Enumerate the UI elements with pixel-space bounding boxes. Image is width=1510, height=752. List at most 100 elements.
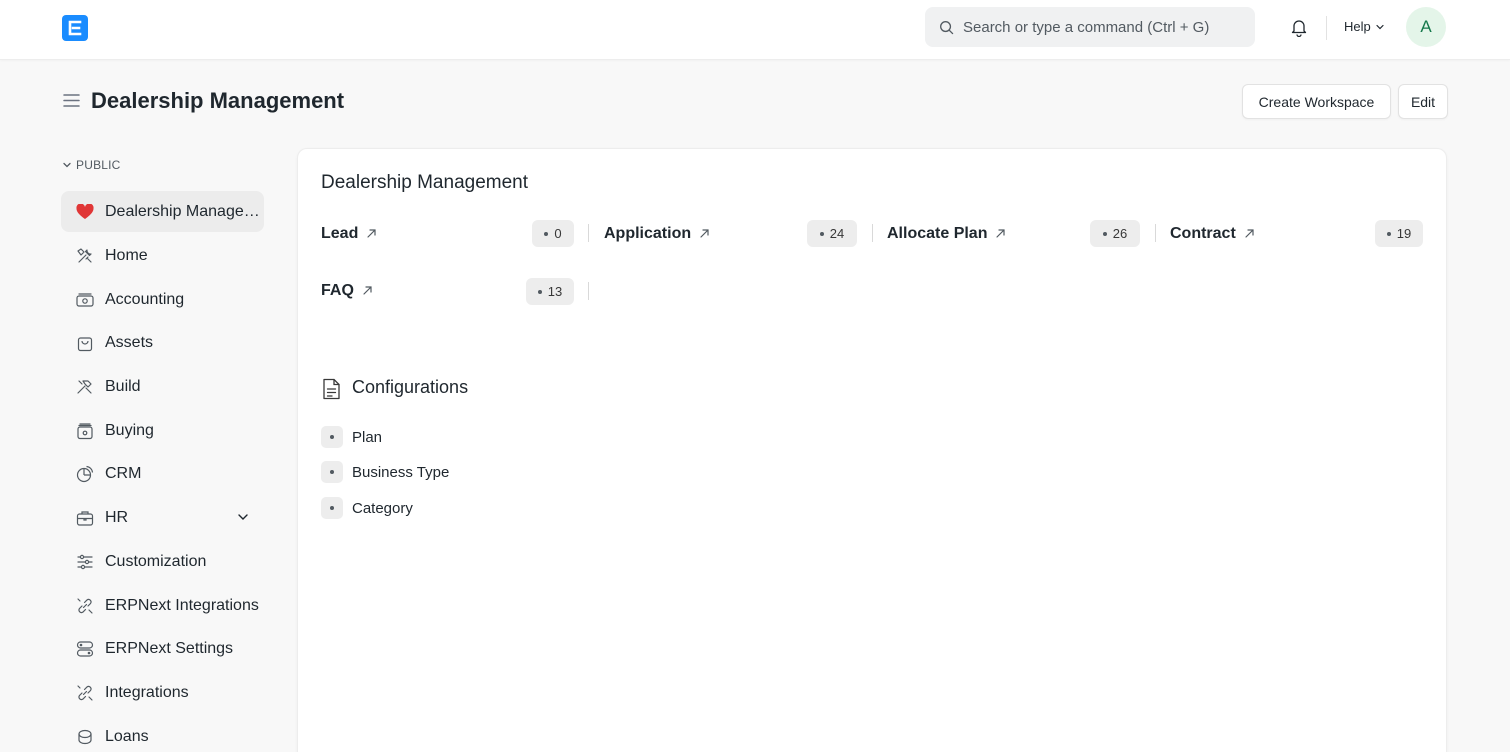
search-bar[interactable] — [925, 7, 1255, 47]
wallet-icon — [75, 421, 95, 441]
external-arrow-icon — [363, 286, 372, 295]
search-input[interactable] — [963, 7, 1248, 47]
heart-icon — [75, 202, 95, 222]
chevron-down-icon — [63, 162, 71, 168]
count-value: 24 — [829, 226, 845, 241]
sidebar-item-label: Assets — [105, 333, 154, 351]
shortcut-divider — [872, 224, 873, 242]
money-icon — [75, 290, 95, 310]
hammer-icon — [75, 377, 95, 397]
sidebar-item-label: Home — [105, 246, 148, 264]
sidebar-item-build[interactable]: Build — [61, 366, 264, 407]
dot-icon — [1386, 231, 1391, 236]
workspace-heading: Dealership Management — [321, 172, 529, 193]
external-arrow-icon — [367, 229, 376, 238]
bullet-icon — [321, 497, 343, 519]
sidebar-item-label: Loans — [105, 727, 149, 745]
sidebar-item-label: Customization — [105, 552, 207, 570]
settings-icon — [75, 639, 95, 659]
dot-icon — [819, 231, 824, 236]
page-title: Dealership Management — [91, 88, 345, 113]
shortcut-application[interactable]: Application — [604, 220, 710, 247]
briefcase-icon — [75, 508, 95, 528]
shortcut-count-badge: 13 — [526, 278, 574, 305]
app-logo[interactable] — [62, 15, 88, 41]
edit-button[interactable]: Edit — [1398, 84, 1448, 119]
shortcut-divider — [588, 282, 589, 300]
sidebar-item-hr[interactable]: HR — [61, 497, 264, 538]
sidebar-item-home[interactable]: Home — [61, 235, 264, 276]
sidebar-item-crm[interactable]: CRM — [61, 453, 264, 494]
chevron-down-icon[interactable] — [236, 510, 250, 524]
sidebar-section-public[interactable]: PUBLIC — [62, 158, 121, 172]
sidebar-item-integrations[interactable]: Integrations — [61, 672, 264, 713]
config-link-label: Category — [352, 499, 413, 517]
shortcut-faq[interactable]: FAQ — [321, 277, 373, 304]
sidebar-item-accounting[interactable]: Accounting — [61, 279, 264, 320]
count-value: 26 — [1112, 226, 1128, 241]
sidebar-item-erpnext-integrations[interactable]: ERPNext Integrations — [61, 585, 264, 626]
logo-e-icon — [68, 20, 82, 36]
pie-icon — [75, 464, 95, 484]
config-link-plan[interactable]: Plan — [321, 426, 382, 448]
chevron-down-icon — [1376, 24, 1384, 29]
create-workspace-button[interactable]: Create Workspace — [1242, 84, 1391, 119]
sidebar-item-label: ERPNext Integrations — [105, 596, 259, 614]
shortcut-contract[interactable]: Contract — [1170, 220, 1255, 247]
shortcut-label: Application — [604, 224, 692, 242]
notification-bell-icon[interactable] — [1289, 17, 1309, 37]
shortcut-allocate-plan[interactable]: Allocate Plan — [887, 220, 1006, 247]
shortcut-label: Lead — [321, 224, 359, 242]
sidebar-item-buying[interactable]: Buying — [61, 410, 264, 451]
sidebar-item-label: Accounting — [105, 290, 185, 308]
sidebar-item-dealership-management[interactable]: Dealership Management — [61, 191, 264, 232]
count-value: 19 — [1396, 226, 1412, 241]
sidebar-item-loans[interactable]: Loans — [61, 716, 264, 752]
sidebar-toggle-icon[interactable] — [63, 93, 80, 108]
sidebar-item-erpnext-settings[interactable]: ERPNext Settings — [61, 628, 264, 669]
sidebar-item-label: Buying — [105, 421, 154, 439]
bullet-icon — [321, 426, 343, 448]
shortcut-count-badge: 24 — [807, 220, 857, 247]
help-label: Help — [1344, 19, 1371, 34]
shortcut-lead[interactable]: Lead — [321, 220, 377, 247]
sidebar-item-label: Integrations — [105, 683, 189, 701]
shortcut-count-badge: 0 — [532, 220, 574, 247]
sidebar-item-customization[interactable]: Customization — [61, 541, 264, 582]
dot-icon — [1102, 231, 1107, 236]
count-value: 0 — [554, 226, 562, 241]
section-label: PUBLIC — [76, 158, 121, 172]
link-icon — [75, 683, 95, 703]
dot-icon — [544, 231, 549, 236]
navbar: Help A — [0, 0, 1510, 60]
config-link-category[interactable]: Category — [321, 497, 413, 519]
sidebar-item-label: CRM — [105, 464, 142, 482]
config-link-business-type[interactable]: Business Type — [321, 461, 449, 483]
external-arrow-icon — [996, 229, 1006, 238]
bullet-icon — [321, 461, 343, 483]
link-icon — [75, 596, 95, 616]
bag-icon — [75, 333, 95, 353]
count-value: 13 — [547, 284, 563, 299]
avatar-initial: A — [1420, 17, 1432, 36]
shortcut-label: Contract — [1170, 224, 1236, 242]
help-dropdown[interactable]: Help — [1344, 19, 1385, 34]
external-arrow-icon — [1245, 229, 1254, 238]
document-icon — [323, 378, 340, 400]
sidebar-item-label: HR — [105, 508, 129, 526]
external-arrow-icon — [700, 229, 709, 238]
shortcut-label: FAQ — [321, 281, 354, 299]
configurations-heading: Configurations — [352, 377, 469, 397]
config-link-label: Plan — [352, 428, 383, 446]
shortcut-divider — [588, 224, 589, 242]
dot-icon — [537, 289, 542, 294]
shortcut-label: Allocate Plan — [887, 224, 988, 242]
coins-icon — [75, 727, 95, 747]
config-link-label: Business Type — [352, 463, 450, 481]
sidebar-item-label: ERPNext Settings — [105, 639, 234, 657]
sliders-icon — [75, 552, 95, 572]
user-avatar[interactable]: A — [1406, 7, 1446, 47]
shortcut-count-badge: 19 — [1375, 220, 1423, 247]
sidebar-item-assets[interactable]: Assets — [61, 322, 264, 363]
shortcut-divider — [1155, 224, 1156, 242]
